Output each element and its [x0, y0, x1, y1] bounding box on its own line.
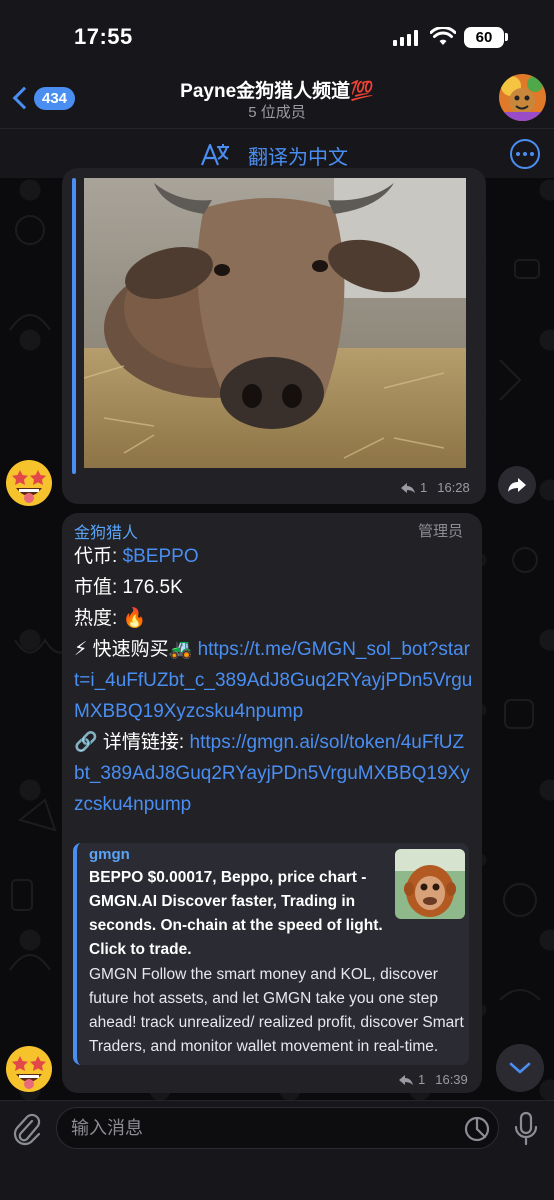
details-line: 🔗 详情链接: https://gmgn.ai/sol/token/4uFfUZ… — [74, 727, 474, 820]
token-line: 代币: $BEPPO — [74, 541, 474, 572]
more-icon[interactable] — [510, 139, 540, 169]
share-icon[interactable] — [498, 466, 536, 504]
message-text: 代币: $BEPPO 市值: 176.5K 热度: 🔥 ⚡ 快速购买🚜 http… — [74, 541, 474, 820]
chat-title[interactable]: Payne金狗猎人频道💯 — [100, 76, 454, 103]
market-cap-line: 市值: 176.5K — [74, 577, 183, 598]
translate-icon[interactable] — [200, 141, 230, 169]
fire-icon: 🔥 — [122, 608, 147, 629]
orangutan-image — [395, 849, 465, 919]
message1-forward-count: 1 — [420, 480, 428, 495]
admin-badge: 管理员 — [418, 523, 464, 540]
signal-icon — [393, 30, 419, 46]
message2-meta: 1 16:39 — [398, 1072, 468, 1087]
battery-tip — [505, 33, 508, 41]
message-input-text[interactable] — [71, 1108, 451, 1148]
details-label: 🔗 详情链接: — [74, 732, 190, 753]
message-input[interactable] — [56, 1107, 499, 1149]
preview-description: GMGN Follow the smart money and KOL, dis… — [89, 966, 464, 1055]
back-button[interactable]: 434 — [8, 82, 76, 114]
status-time: 17:55 — [74, 24, 133, 49]
buffalo-photo[interactable] — [84, 178, 466, 468]
sender-avatar[interactable] — [4, 458, 54, 508]
message2-forward-count: 1 — [418, 1072, 426, 1087]
preview-thumbnail[interactable] — [395, 849, 465, 919]
sender-name[interactable]: 金狗猎人 — [74, 519, 138, 543]
member-count: 5 位成员 — [248, 104, 306, 121]
message-input-bar — [0, 1100, 554, 1200]
message1-meta: 1 16:28 — [400, 480, 470, 495]
token-label: 代币: — [74, 546, 123, 567]
microphone-icon[interactable] — [512, 1111, 540, 1147]
quick-buy-label: ⚡ 快速购买🚜 — [74, 639, 198, 660]
message1-time: 16:28 — [437, 480, 470, 495]
quick-buy-line: ⚡ 快速购买🚜 https://t.me/GMGN_sol_bot?start=… — [74, 634, 474, 727]
wifi-icon — [430, 27, 456, 45]
chevron-down-icon — [509, 1062, 531, 1074]
token-cashtag-link[interactable]: $BEPPO — [123, 546, 199, 567]
preview-title: BEPPO $0.00017, Beppo, price chart - GMG… — [89, 869, 383, 958]
sender-avatar[interactable] — [4, 1044, 54, 1094]
translate-label[interactable]: 翻译为中文 — [248, 141, 348, 170]
preview-site-name: gmgn — [89, 846, 130, 863]
battery-icon: 60 — [464, 27, 504, 48]
chat-header: 434 Payne金狗猎人频道💯 5 位成员 — [0, 70, 554, 128]
message2-time: 16:39 — [435, 1072, 468, 1087]
scroll-to-bottom-button[interactable] — [496, 1044, 544, 1092]
photo-image — [84, 178, 466, 468]
quote-bar — [72, 178, 76, 474]
forward-count-icon — [399, 1074, 413, 1085]
heat-line: 热度: 🔥 — [74, 603, 474, 634]
paperclip-icon[interactable] — [12, 1111, 42, 1147]
unread-count-badge: 434 — [34, 86, 76, 110]
channel-avatar-image — [499, 74, 546, 121]
link-preview-card[interactable]: gmgn BEPPO $0.00017, Beppo, price chart … — [73, 843, 469, 1065]
chevron-left-icon — [12, 86, 36, 110]
sticker-icon[interactable] — [463, 1115, 491, 1143]
status-bar: 17:55 60 — [0, 0, 554, 70]
starstruck-emoji-avatar — [6, 460, 52, 506]
forward-count-icon — [401, 482, 415, 493]
starstruck-emoji-avatar — [6, 1046, 52, 1092]
heat-label: 热度: — [74, 608, 123, 629]
channel-avatar[interactable] — [499, 74, 546, 121]
